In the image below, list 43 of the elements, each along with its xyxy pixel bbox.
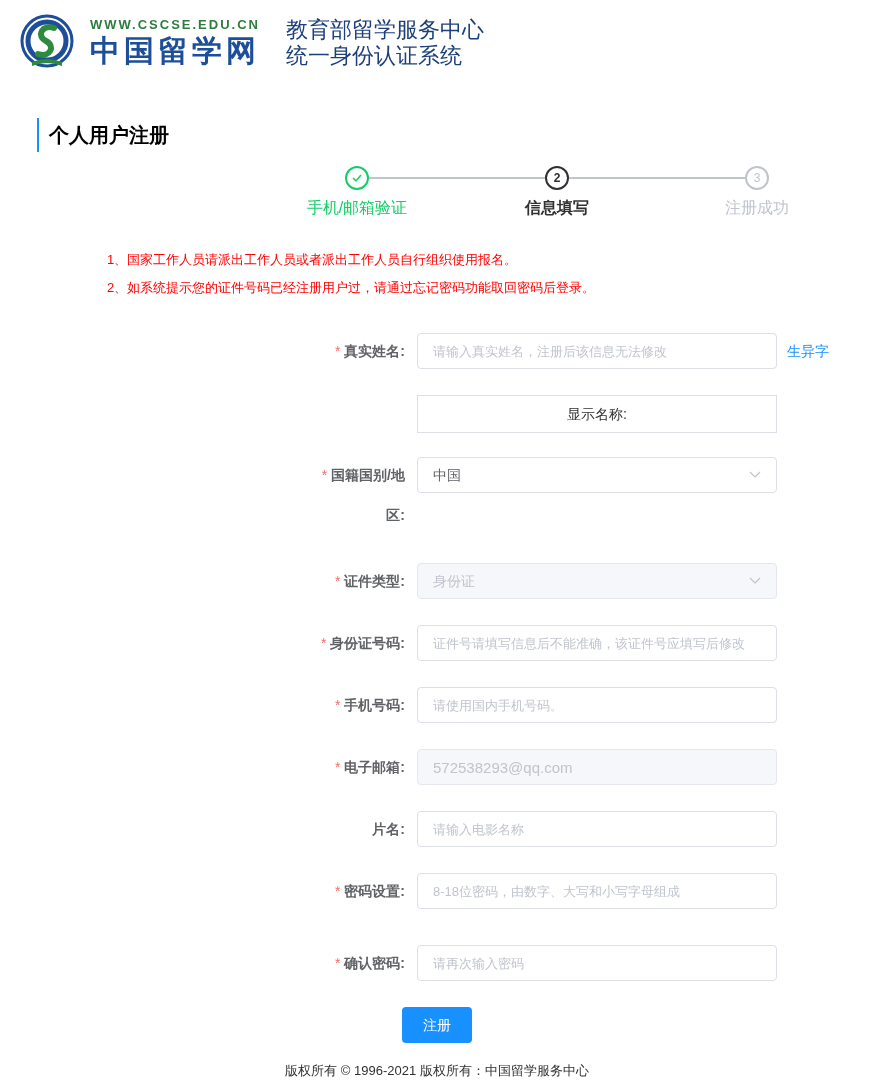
site-url: WWW.CSCSE.EDU.CN: [90, 17, 260, 33]
field-label: 国籍国别/地区:: [331, 467, 405, 523]
input-field[interactable]: 请输入电影名称: [417, 811, 777, 847]
step-label: 注册成功: [725, 198, 789, 218]
display-name-box: 显示名称:: [417, 395, 777, 433]
field-label: 身份证号码:: [330, 635, 405, 651]
rare-character-link[interactable]: 生异字: [787, 341, 829, 362]
register-button[interactable]: 注册: [402, 1007, 472, 1043]
chevron-down-icon: [749, 577, 761, 585]
required-mark: *: [334, 697, 341, 713]
copyright-text: 版权所有 © 1996-2021 版权所有：中国留学服务中心: [285, 1062, 589, 1080]
page-title: 个人用户注册: [49, 123, 169, 148]
step-number: 2: [553, 170, 561, 187]
field-label: 电子邮箱:: [344, 759, 405, 775]
required-mark: *: [334, 955, 341, 971]
required-mark: *: [321, 467, 328, 483]
select-field[interactable]: 中国: [417, 457, 777, 493]
input-field[interactable]: 证件号请填写信息后不能准确，该证件号应填写后修改: [417, 625, 777, 661]
org-name: 教育部留学服务中心: [286, 17, 484, 43]
field-label: 手机号码:: [344, 697, 405, 713]
site-name: 中国留学网: [90, 33, 260, 69]
field-label: 片名:: [372, 821, 405, 837]
required-mark: *: [334, 759, 341, 775]
step-label: 信息填写: [525, 198, 589, 218]
field-label: 确认密码:: [344, 955, 405, 971]
required-mark: *: [334, 883, 341, 899]
field-label: 证件类型:: [344, 573, 405, 589]
input-field[interactable]: 请使用国内手机号码。: [417, 687, 777, 723]
notice-text: 1、国家工作人员请派出工作人员或者派出工作人员自行组织使用报名。: [107, 251, 519, 269]
chevron-down-icon: [749, 471, 761, 479]
field-label: 密码设置:: [344, 883, 405, 899]
step-label: 手机/邮箱验证: [306, 198, 408, 218]
step-number: 3: [753, 170, 761, 187]
input-field[interactable]: 请再次输入密码: [417, 945, 777, 981]
required-mark: *: [334, 573, 341, 589]
notice-text: 2、如系统提示您的证件号码已经注册用户过，请通过忘记密码功能取回密码后登录。: [107, 278, 597, 297]
input-field[interactable]: 8-18位密码，由数字、大写和小写字母组成: [417, 873, 777, 909]
field-label: 真实姓名:: [344, 343, 405, 359]
check-icon: [351, 172, 363, 184]
required-mark: *: [334, 343, 341, 359]
input-field[interactable]: 请输入真实姓名，注册后该信息无法修改: [417, 333, 777, 369]
required-mark: *: [320, 635, 327, 651]
system-name: 统一身份认证系统: [286, 43, 463, 69]
